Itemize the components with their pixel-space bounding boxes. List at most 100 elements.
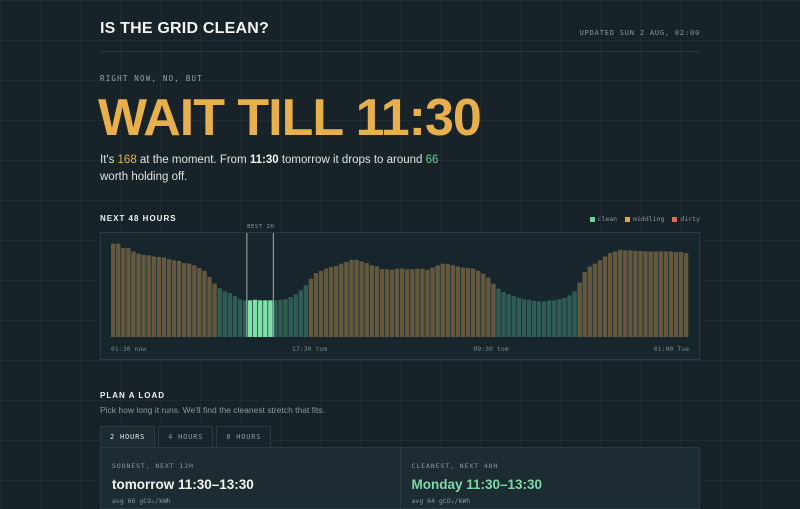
forecast-bar	[597, 260, 603, 337]
plan-subtitle: Pick how long it runs. We'll find the cl…	[100, 405, 325, 415]
forecast-bar	[298, 290, 303, 337]
forecast-bar	[323, 268, 329, 337]
forecast-bar	[582, 272, 587, 337]
forecast-bar	[116, 243, 121, 337]
target-intensity: 66	[425, 154, 439, 166]
forecast-bar	[278, 299, 283, 337]
forecast-bar	[283, 299, 288, 337]
current-intensity: 168	[117, 154, 137, 166]
forecast-bar	[536, 301, 542, 337]
hero-headline: WAIT TILL 11:30	[98, 89, 482, 147]
forecast-bar	[450, 265, 456, 337]
forecast-bar	[465, 268, 471, 337]
forecast-bar	[293, 294, 298, 337]
forecast-bar	[643, 251, 648, 337]
forecast-bar	[146, 255, 151, 337]
forecast-bar	[552, 300, 557, 337]
forecast-bar	[405, 269, 410, 337]
forecast-bar	[481, 273, 486, 337]
forecast-bar	[623, 250, 628, 337]
duration-tabs: 2 HOURS 4 HOURS 8 HOURS	[100, 426, 274, 448]
forecast-bar	[547, 300, 552, 337]
forecast-chart-svg: 01:30 now 17:30 tom 09:30 tom 01:00 Tue	[111, 233, 689, 353]
forecast-bar	[541, 301, 547, 337]
forecast-bar	[329, 267, 334, 337]
forecast-bar	[633, 250, 638, 337]
forecast-bar	[470, 268, 476, 337]
cleanest-avg: avg 64 gCO₂/kWh	[411, 497, 471, 505]
legend-middling: middling	[625, 215, 664, 223]
forecast-bar	[374, 266, 380, 337]
forecast-bar	[334, 265, 339, 337]
forecast-bar	[308, 278, 314, 337]
forecast-bar	[369, 265, 374, 337]
forecast-bar	[460, 267, 466, 337]
forecast-bar	[658, 251, 663, 337]
forecast-chart[interactable]: 01:30 now 17:30 tom 09:30 tom 01:00 Tue	[100, 232, 700, 360]
forecast-bar	[592, 263, 598, 337]
forecast-bar	[612, 251, 618, 337]
forecast-bar	[486, 277, 491, 337]
hero-eyebrow: RIGHT NOW, NO, BUT	[100, 74, 203, 83]
forecast-bar	[526, 299, 532, 337]
forecast-bar	[227, 293, 232, 337]
forecast-bar	[653, 251, 658, 337]
forecast-bar	[420, 268, 425, 337]
forecast-bar	[252, 299, 258, 337]
soonest-avg: avg 66 gCO₂/kWh	[112, 497, 171, 505]
forecast-bar	[425, 269, 430, 337]
forecast-bar	[455, 266, 461, 337]
forecast-bar	[354, 259, 359, 337]
forecast-bar	[476, 270, 481, 337]
tab-2-hours[interactable]: 2 HOURS	[100, 426, 156, 448]
forecast-bar	[531, 300, 537, 337]
tab-4-hours[interactable]: 4 HOURS	[158, 426, 214, 448]
forecast-bar	[602, 256, 608, 337]
hero-summary: It's 168 at the moment. From 11:30 tomor…	[100, 154, 439, 183]
drop-time: 11:30	[249, 154, 279, 166]
updated-timestamp: UPDATED SUN 2 AUG, 02:00	[579, 29, 700, 37]
soonest-time: tomorrow 11:30–13:30	[112, 477, 254, 492]
site-title: IS THE GRID CLEAN?	[100, 20, 269, 37]
forecast-bar	[176, 260, 182, 337]
forecast-bar	[516, 297, 521, 337]
forecast-bar	[156, 257, 161, 337]
forecast-bar	[181, 263, 187, 337]
forecast-bar	[136, 253, 141, 337]
forecast-bar	[562, 298, 567, 337]
forecast-bar	[410, 269, 415, 337]
forecast-bar	[161, 257, 167, 337]
forecast-bar	[318, 270, 324, 337]
forecast-bar	[232, 295, 238, 337]
forecast-bar	[217, 288, 222, 337]
forecast-bar	[678, 252, 684, 337]
forecast-bar	[364, 263, 369, 337]
forecast-bar	[126, 248, 131, 337]
forecast-bar	[121, 248, 126, 337]
forecast-bar	[151, 256, 156, 337]
forecast-bar	[379, 269, 385, 337]
forecast-bar	[440, 263, 445, 337]
forecast-bar	[506, 294, 511, 337]
x-tick-label: 01:00 Tue	[654, 345, 689, 353]
forecast-bar	[192, 265, 197, 337]
forecast-bar	[668, 251, 674, 337]
best-window-label: BEST 2H	[247, 224, 275, 230]
forecast-bar	[389, 269, 395, 337]
forecast-bar	[511, 295, 516, 337]
forecast-bar	[557, 299, 562, 337]
forecast-bar	[587, 266, 592, 337]
forecast-bar	[344, 262, 349, 337]
forecast-bar	[303, 285, 309, 337]
forecast-bar	[349, 259, 354, 337]
forecast-title: NEXT 48 HOURS	[100, 214, 177, 223]
forecast-bar	[445, 264, 450, 337]
forecast-bar	[521, 299, 527, 337]
forecast-bar	[237, 299, 243, 337]
forecast-bar	[683, 253, 689, 337]
forecast-bar	[384, 269, 390, 337]
forecast-bar	[273, 300, 278, 337]
tab-8-hours[interactable]: 8 HOURS	[216, 426, 272, 448]
x-tick-label: 17:30 tom	[292, 345, 327, 353]
forecast-bar	[577, 282, 582, 337]
